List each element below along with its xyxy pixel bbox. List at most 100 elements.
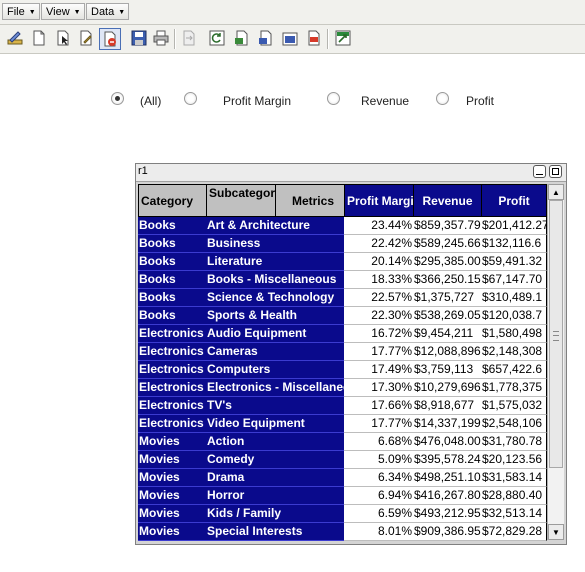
- cell-profit[interactable]: $32,513.14: [481, 505, 547, 523]
- cell-subcategory[interactable]: Action: [206, 433, 346, 451]
- cell-subcategory[interactable]: Comedy: [206, 451, 346, 469]
- cell-margin[interactable]: 8.01%: [344, 523, 414, 541]
- cell-profit[interactable]: $120,038.7: [481, 307, 547, 325]
- table-row[interactable]: Books Science & Technology 22.57% $1,375,72…: [138, 289, 547, 307]
- table-row[interactable]: ElectronicsElectronics - Miscellaneous17…: [138, 379, 547, 397]
- header-profit[interactable]: Profit: [481, 184, 547, 217]
- cell-subcategory[interactable]: Electronics - Miscellaneous: [206, 379, 346, 397]
- table-row[interactable]: Movies Horror 6.94% $416,267.80 $28,880.40: [138, 487, 547, 505]
- menu-data[interactable]: Data ▼: [86, 3, 129, 20]
- cell-margin[interactable]: 17.66%: [344, 397, 414, 415]
- radio-all[interactable]: [111, 92, 124, 105]
- cell-profit[interactable]: $310,489.1: [481, 289, 547, 307]
- cell-margin[interactable]: 17.49%: [344, 361, 414, 379]
- cell-revenue[interactable]: $366,250.15: [413, 271, 482, 289]
- cell-subcategory[interactable]: Cameras: [206, 343, 346, 361]
- save-icon[interactable]: [130, 29, 148, 47]
- cell-category[interactable]: Movies: [138, 433, 207, 451]
- cell-subcategory[interactable]: Audio Equipment: [206, 325, 346, 343]
- cell-subcategory[interactable]: Sports & Health: [206, 307, 346, 325]
- table-row[interactable]: Books Sports & Health 22.30% $538,269.05 $12…: [138, 307, 547, 325]
- exit-icon[interactable]: [334, 29, 352, 47]
- cell-revenue[interactable]: $9,454,211: [413, 325, 482, 343]
- cell-category[interactable]: Movies: [138, 469, 207, 487]
- cell-margin[interactable]: 16.72%: [344, 325, 414, 343]
- cell-revenue[interactable]: $498,251.10: [413, 469, 482, 487]
- cell-margin[interactable]: 17.30%: [344, 379, 414, 397]
- cell-margin[interactable]: 20.14%: [344, 253, 414, 271]
- cell-category[interactable]: Electronics: [138, 397, 207, 415]
- cell-profit[interactable]: $2,548,106: [481, 415, 547, 433]
- cell-revenue[interactable]: $493,212.95: [413, 505, 482, 523]
- cell-revenue[interactable]: $476,048.00: [413, 433, 482, 451]
- cell-profit[interactable]: $28,880.40: [481, 487, 547, 505]
- cell-profit[interactable]: $31,583.14: [481, 469, 547, 487]
- cell-category[interactable]: Movies: [138, 487, 207, 505]
- table-row[interactable]: Electronics TV's 17.66% $8,918,677 $1,575,03…: [138, 397, 547, 415]
- cell-category[interactable]: Books: [138, 235, 207, 253]
- table-row[interactable]: Movies Comedy 5.09% $395,578.24 $20,123.56: [138, 451, 547, 469]
- cell-category[interactable]: Electronics: [138, 343, 207, 361]
- cell-margin[interactable]: 5.09%: [344, 451, 414, 469]
- new-document-icon[interactable]: [30, 29, 48, 47]
- cell-profit[interactable]: $72,829.28: [481, 523, 547, 541]
- scroll-up-icon[interactable]: ▲: [548, 184, 564, 200]
- cell-revenue[interactable]: $395,578.24: [413, 451, 482, 469]
- cell-revenue[interactable]: $1,375,727: [413, 289, 482, 307]
- cell-profit[interactable]: $31,780.78: [481, 433, 547, 451]
- export-grid-icon[interactable]: [281, 29, 299, 47]
- radio-profit[interactable]: [436, 92, 449, 105]
- export-pdf-icon[interactable]: [305, 29, 323, 47]
- cell-profit[interactable]: $132,116.6: [481, 235, 547, 253]
- cell-revenue[interactable]: $14,337,199: [413, 415, 482, 433]
- cell-category[interactable]: Electronics: [138, 361, 207, 379]
- cell-category[interactable]: Movies: [138, 523, 207, 541]
- cell-profit[interactable]: $1,580,498: [481, 325, 547, 343]
- cell-margin[interactable]: 6.94%: [344, 487, 414, 505]
- cell-margin[interactable]: 17.77%: [344, 343, 414, 361]
- cell-revenue[interactable]: $859,357.79: [413, 217, 482, 235]
- maximize-icon[interactable]: [549, 165, 562, 178]
- cell-subcategory[interactable]: Special Interests: [206, 523, 346, 541]
- header-profit-margin[interactable]: Profit Margin: [344, 184, 414, 217]
- cell-revenue[interactable]: $3,759,113: [413, 361, 482, 379]
- cell-profit[interactable]: $2,148,308: [481, 343, 547, 361]
- cell-revenue[interactable]: $12,088,896: [413, 343, 482, 361]
- cell-category[interactable]: Books: [138, 307, 207, 325]
- cell-revenue[interactable]: $416,267.80: [413, 487, 482, 505]
- cell-subcategory[interactable]: Drama: [206, 469, 346, 487]
- cell-category[interactable]: Electronics: [138, 415, 207, 433]
- table-row[interactable]: Electronics Video Equipment 17.77% $14,337,…: [138, 415, 547, 433]
- cell-revenue[interactable]: $538,269.05: [413, 307, 482, 325]
- vertical-scrollbar[interactable]: ▲ ▼: [547, 184, 564, 540]
- cell-category[interactable]: Books: [138, 253, 207, 271]
- select-document-icon[interactable]: [54, 29, 72, 47]
- header-category[interactable]: Category: [138, 184, 207, 217]
- scroll-down-icon[interactable]: ▼: [548, 524, 564, 540]
- cell-revenue[interactable]: $589,245.66: [413, 235, 482, 253]
- cell-subcategory[interactable]: Kids / Family: [206, 505, 346, 523]
- table-row[interactable]: Books Art & Architecture 23.44% $859,357.79…: [138, 217, 547, 235]
- cell-category[interactable]: Electronics: [138, 325, 207, 343]
- cell-subcategory[interactable]: Literature: [206, 253, 346, 271]
- table-row[interactable]: Electronics Computers 17.49% $3,759,113 $657…: [138, 361, 547, 379]
- print-icon[interactable]: [152, 29, 170, 47]
- cell-category[interactable]: Books: [138, 289, 207, 307]
- scroll-thumb[interactable]: [549, 200, 563, 468]
- cell-profit[interactable]: $59,491.32: [481, 253, 547, 271]
- cell-category[interactable]: Books: [138, 271, 207, 289]
- header-metrics[interactable]: Metrics: [275, 184, 345, 217]
- design-mode-icon[interactable]: [6, 29, 24, 47]
- cell-subcategory[interactable]: Art & Architecture: [206, 217, 346, 235]
- edit-document-icon[interactable]: [77, 29, 95, 47]
- menu-file[interactable]: File ▼: [2, 3, 40, 20]
- header-subcategory[interactable]: Subcategory: [206, 184, 276, 217]
- table-row[interactable]: Movies Kids / Family 6.59% $493,212.95 $32,5…: [138, 505, 547, 523]
- cell-revenue[interactable]: $10,279,696: [413, 379, 482, 397]
- cell-margin[interactable]: 6.59%: [344, 505, 414, 523]
- cell-subcategory[interactable]: Horror: [206, 487, 346, 505]
- cell-category[interactable]: Electronics: [138, 379, 207, 397]
- cell-category[interactable]: Movies: [138, 505, 207, 523]
- cell-margin[interactable]: 22.57%: [344, 289, 414, 307]
- cell-subcategory[interactable]: Computers: [206, 361, 346, 379]
